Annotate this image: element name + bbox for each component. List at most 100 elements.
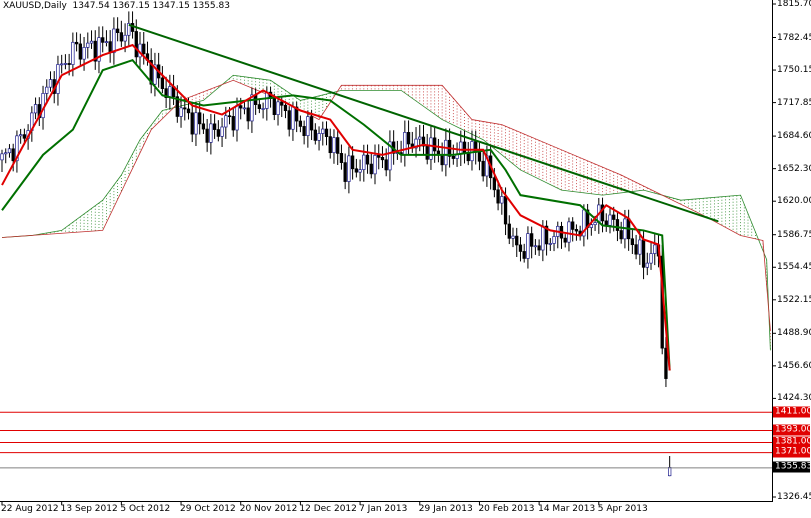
bull-candle-body <box>608 214 612 226</box>
horizontal-levels <box>0 411 772 469</box>
bear-candle-body <box>67 63 71 65</box>
bull-candle-body <box>71 41 75 65</box>
bull-candle-body <box>261 108 265 110</box>
bull-candle-body <box>33 104 38 114</box>
bull-candle-body <box>86 42 90 48</box>
bull-candle-body <box>418 136 422 140</box>
bull-candle-body <box>668 467 672 477</box>
bear-candle-body <box>380 157 385 161</box>
bear-candle-body <box>530 233 534 247</box>
bear-candle-body <box>134 31 138 58</box>
bear-candle-body <box>160 77 165 89</box>
y-tick-label: 1456.60 <box>777 360 811 371</box>
bear-candle-body <box>336 137 340 154</box>
bull-candle-body <box>276 101 280 115</box>
bull-candle-body <box>362 154 366 170</box>
bull-candle-body <box>123 34 127 42</box>
bear-candle-body <box>11 148 15 162</box>
bear-candle-body <box>466 152 470 162</box>
bull-candle-body <box>112 28 116 54</box>
bear-candle-body <box>101 37 105 43</box>
bull-candle-body <box>459 141 463 155</box>
bull-candle-body <box>19 134 23 137</box>
bear-candle-body <box>563 237 567 243</box>
bear-candle-body <box>239 105 243 109</box>
trendline <box>128 23 719 223</box>
bear-candle-body <box>309 116 314 131</box>
bear-candle-body <box>369 163 373 175</box>
bear-candle-body <box>287 110 291 130</box>
bear-candle-body <box>433 137 437 152</box>
bull-candle-body <box>48 79 53 88</box>
bear-candle-body <box>518 244 523 252</box>
senkou-span-b <box>1 79 771 331</box>
bull-candle-body <box>250 94 254 122</box>
bear-candle-body <box>365 154 370 165</box>
bear-candle-body <box>74 41 79 45</box>
bear-candle-body <box>571 221 575 230</box>
bull-candle-body <box>347 155 351 182</box>
bear-candle-body <box>201 123 206 130</box>
bear-candle-body <box>186 108 191 114</box>
bear-candle-body <box>354 168 358 173</box>
bull-candle-body <box>552 236 556 244</box>
indicator-lines <box>1 23 719 371</box>
x-tick-label: 13 Sep 2012 <box>60 504 118 514</box>
bear-candle-body <box>507 223 511 239</box>
bull-candle-body <box>60 63 64 66</box>
price-chart[interactable] <box>0 0 811 518</box>
bull-candle-body <box>194 112 198 135</box>
bear-candle-body <box>350 155 355 170</box>
bear-candle-body <box>324 128 329 137</box>
bear-candle-body <box>298 120 303 127</box>
bull-candle-body <box>89 40 94 44</box>
bear-candle-body <box>481 160 485 177</box>
bull-candle-body <box>82 47 86 60</box>
bear-candle-body <box>503 196 508 225</box>
bull-candle-body <box>332 137 336 154</box>
y-tick-label: 1652.30 <box>777 163 811 174</box>
bull-candle-body <box>179 107 183 117</box>
bull-candle-body <box>593 222 597 226</box>
bear-candle-body <box>142 43 146 55</box>
y-tick-label: 1620.00 <box>777 196 811 207</box>
bear-candle-body <box>496 189 500 204</box>
bull-candle-body <box>470 141 474 162</box>
bear-candle-body <box>119 32 124 42</box>
bear-candle-body <box>313 129 317 141</box>
x-tick-label: 20 Feb 2013 <box>478 504 535 514</box>
bear-candle-body <box>272 98 276 115</box>
symbol-label: XAUUSD,Daily <box>3 1 67 11</box>
bear-candle-body <box>406 132 411 145</box>
bull-candle-body <box>4 152 8 155</box>
bull-candle-body <box>526 233 530 259</box>
bear-candle-body <box>339 153 344 163</box>
x-tick-label: 5 Oct 2012 <box>120 504 171 514</box>
current-price-label: 1355.83 <box>773 461 811 473</box>
bull-candle-body <box>235 105 239 131</box>
level-label: 1411.00 <box>773 406 811 418</box>
bull-candle-body <box>645 262 649 268</box>
bear-candle-body <box>425 145 429 160</box>
bear-candle-body <box>343 162 347 182</box>
bear-candle-body <box>615 219 620 231</box>
x-tick-label: 20 Nov 2012 <box>239 504 298 514</box>
bull-candle-body <box>541 225 545 251</box>
bull-candle-body <box>321 128 325 134</box>
bull-candle-body <box>403 132 407 155</box>
bear-candle-body <box>384 159 388 171</box>
y-tick-label: 1488.90 <box>777 328 811 339</box>
bear-candle-body <box>612 214 616 220</box>
bear-candle-body <box>205 128 209 143</box>
bull-candle-body <box>548 243 552 245</box>
bear-candle-body <box>619 230 623 240</box>
bull-candle-body <box>220 126 224 137</box>
bull-candle-body <box>0 153 4 161</box>
senkou-span-a <box>1 74 771 351</box>
bull-candle-body <box>358 169 362 173</box>
bull-candle-body <box>638 239 642 255</box>
bear-candle-body <box>302 126 306 136</box>
bear-candle-body <box>515 235 519 246</box>
bull-candle-body <box>373 155 377 175</box>
bull-candle-body <box>63 63 68 65</box>
